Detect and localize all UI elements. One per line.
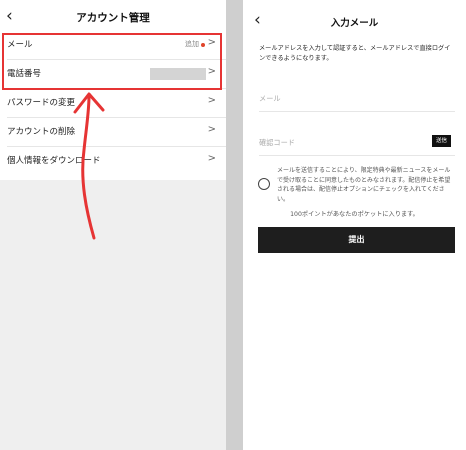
consent-text: メールを送信することにより、限定特典や最新ニュースをメールで受け取ることに同意し… — [277, 167, 451, 203]
email-input-panel: ‹ 入力メール メールアドレスを入力して認証すると、メールアドレスで直接ログイン… — [243, 0, 466, 450]
email-placeholder: メール — [259, 94, 281, 103]
panel-divider — [226, 0, 243, 450]
account-panel: ‹ アカウント管理 メール 追加 > 電話番号 > パスワードの変更 > アカウ… — [0, 0, 226, 450]
email-field[interactable]: メール — [259, 90, 455, 112]
field-underline — [259, 155, 455, 156]
points-text: 100ポイントがあなたのポケットに入ります。 — [290, 211, 419, 218]
annotation-arrow-icon — [73, 92, 105, 240]
submit-button[interactable]: 提出 — [258, 227, 455, 253]
code-placeholder: 確認コード — [259, 138, 295, 147]
field-underline — [259, 111, 455, 112]
send-code-button[interactable]: 送信 — [432, 135, 451, 147]
consent-radio[interactable] — [258, 178, 270, 190]
description-text: メールアドレスを入力して認証すると、メールアドレスで直接ログインできるようになり… — [259, 45, 451, 62]
page-title: 入力メール — [330, 18, 379, 29]
verification-code-field[interactable]: 確認コード 送信 — [259, 134, 455, 156]
